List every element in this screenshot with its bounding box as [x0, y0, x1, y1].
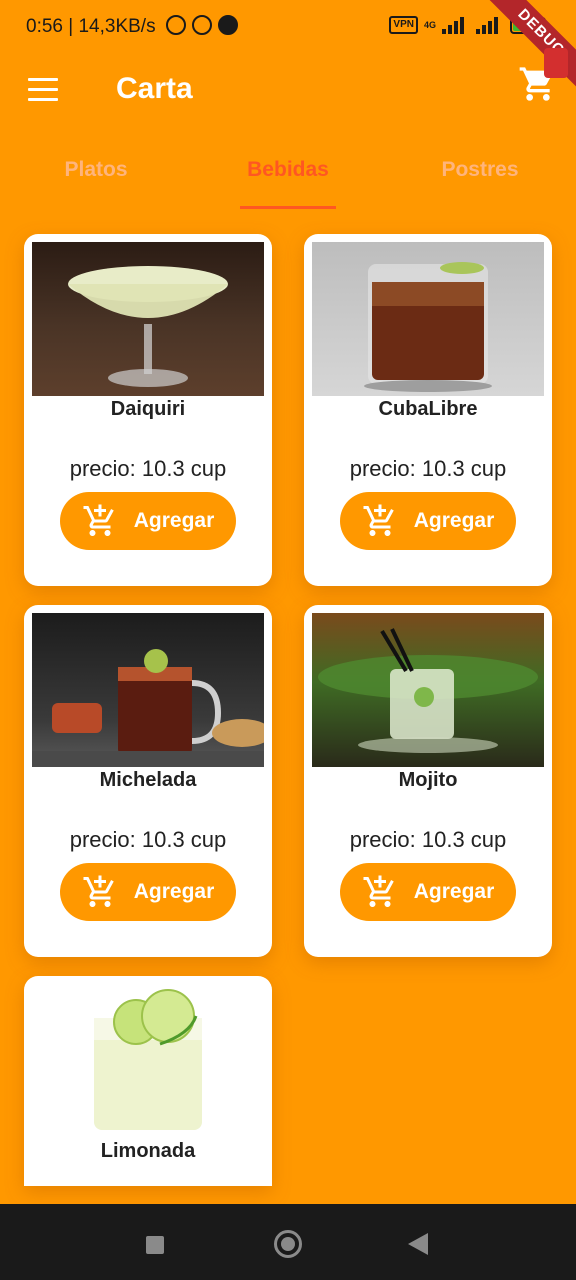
limonada-image — [32, 984, 264, 1138]
app-bar: Carta — [0, 56, 576, 124]
product-price: precio: 10.3 cup — [349, 456, 507, 481]
back-button[interactable] — [400, 1226, 436, 1262]
app-notification-icon — [218, 15, 238, 35]
network-type: 4G — [423, 20, 436, 30]
category-tabs: Platos Bebidas Postres — [0, 140, 576, 212]
add-to-cart-button[interactable]: Agregar — [340, 492, 516, 550]
product-name: Daiquiri — [110, 398, 186, 420]
product-card-michelada[interactable]: Michelada precio: 10.3 cup Agregar — [24, 605, 272, 957]
add-shopping-cart-icon — [363, 504, 394, 536]
product-name: Limonada — [100, 1140, 196, 1162]
alarm-icon — [166, 15, 186, 35]
product-card-mojito[interactable]: Mojito precio: 10.3 cup Agregar — [304, 605, 552, 957]
add-shopping-cart-icon — [83, 504, 114, 536]
page-title: Carta — [116, 72, 193, 105]
daiquiri-image — [32, 242, 264, 396]
product-card-daiquiri[interactable]: Daiquiri precio: 10.3 cup Agregar — [24, 234, 272, 586]
cubalibre-image — [312, 242, 544, 396]
product-price: precio: 10.3 cup — [349, 827, 507, 852]
product-card-limonada[interactable]: Limonada — [24, 976, 272, 1186]
mojito-image — [312, 613, 544, 767]
whatsapp-icon — [192, 15, 212, 35]
add-to-cart-button[interactable]: Agregar — [340, 863, 516, 921]
status-time: 0:56 | 14,3KB/s — [26, 16, 156, 37]
michelada-image — [32, 613, 264, 767]
tab-bebidas[interactable]: Bebidas — [192, 158, 384, 182]
add-to-cart-button[interactable]: Agregar — [60, 492, 236, 550]
add-to-cart-button[interactable]: Agregar — [60, 863, 236, 921]
notification-icons — [166, 15, 238, 35]
system-nav-bar — [0, 1204, 576, 1280]
product-price: precio: 10.3 cup — [69, 456, 227, 481]
product-card-cubalibre[interactable]: CubaLibre precio: 10.3 cup Agregar — [304, 234, 552, 586]
product-name: CubaLibre — [378, 398, 478, 420]
signal-icon — [442, 16, 470, 34]
vpn-icon: VPN — [389, 16, 418, 34]
status-bar: 0:56 | 14,3KB/s VPN 4G 60 — [0, 0, 576, 56]
product-name: Mojito — [398, 769, 458, 791]
triangle-back-icon — [408, 1233, 428, 1255]
recent-apps-button[interactable] — [136, 1226, 172, 1262]
tab-indicator — [240, 206, 336, 209]
add-shopping-cart-icon — [363, 875, 394, 907]
product-name: Michelada — [99, 769, 197, 791]
tab-postres[interactable]: Postres — [384, 158, 576, 182]
tab-platos[interactable]: Platos — [0, 158, 192, 182]
signal-icon-2 — [476, 16, 504, 34]
add-shopping-cart-icon — [83, 875, 114, 907]
home-button[interactable] — [270, 1226, 306, 1262]
square-icon — [146, 1236, 164, 1254]
menu-icon[interactable] — [28, 78, 60, 102]
cart-badge — [544, 48, 568, 78]
product-price: precio: 10.3 cup — [69, 827, 227, 852]
